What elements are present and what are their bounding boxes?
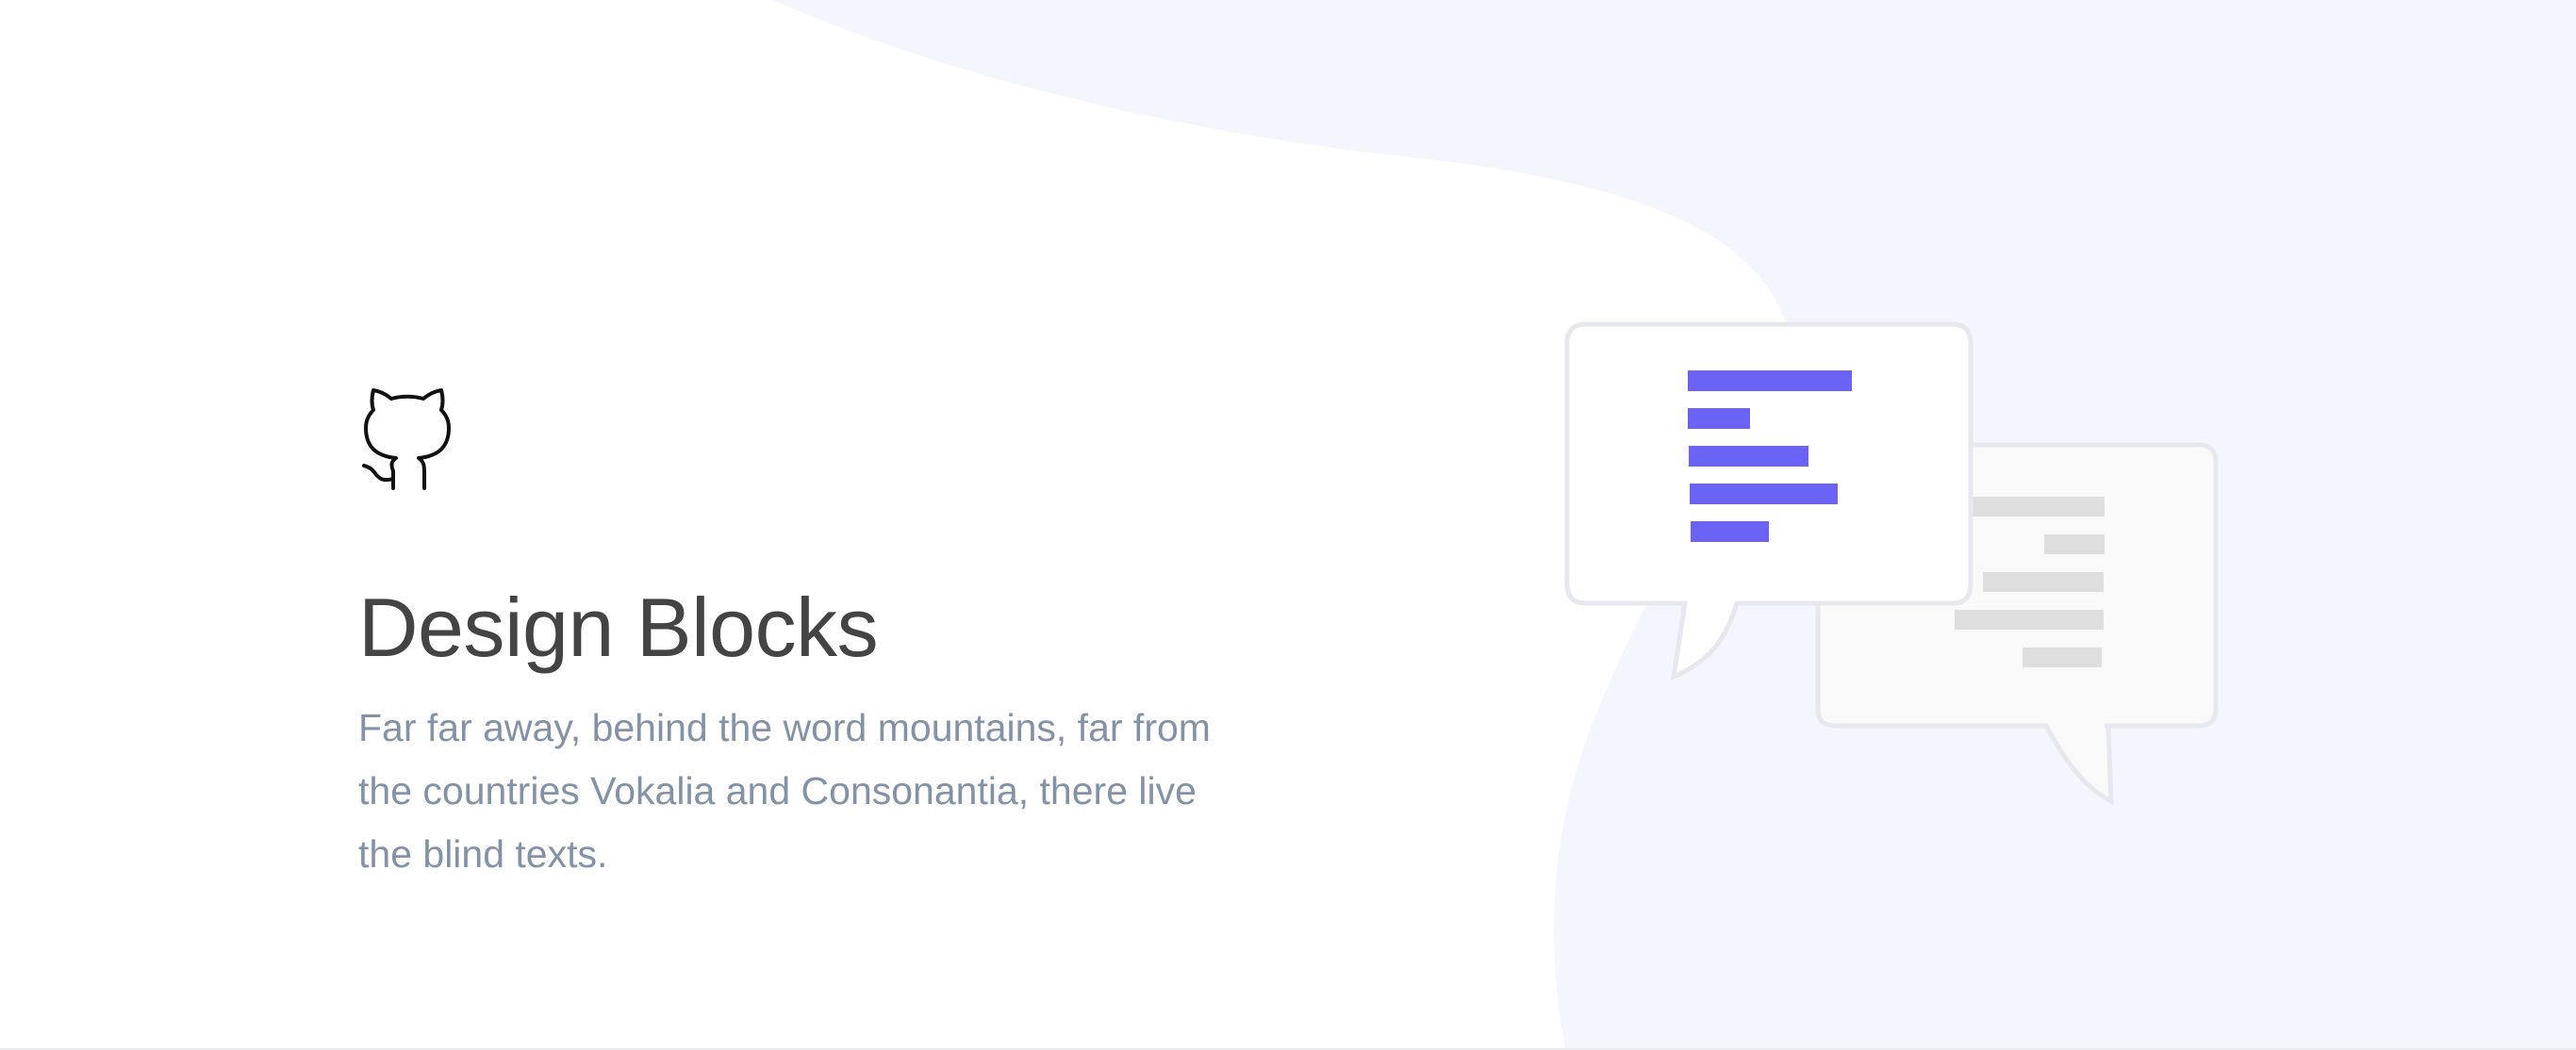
placeholder-line xyxy=(2044,534,2105,554)
accent-line xyxy=(1688,370,1852,391)
placeholder-line xyxy=(1983,572,2104,592)
placeholder-line xyxy=(2023,648,2102,667)
hero-section: Design Blocks Far far away, behind the w… xyxy=(0,0,2576,1050)
github-octocat-icon[interactable] xyxy=(358,386,456,492)
accent-line xyxy=(1691,521,1769,542)
accent-line xyxy=(1688,408,1750,429)
page-subtitle: Far far away, behind the word mountains,… xyxy=(358,705,1211,876)
hero-content: Design Blocks Far far away, behind the w… xyxy=(358,386,1263,886)
accent-line xyxy=(1689,446,1808,467)
accent-line xyxy=(1690,484,1838,504)
placeholder-line xyxy=(1955,610,2104,630)
page-title: Design Blocks xyxy=(358,581,879,674)
chat-illustration xyxy=(1564,321,2219,806)
placeholder-line xyxy=(1961,497,2105,517)
